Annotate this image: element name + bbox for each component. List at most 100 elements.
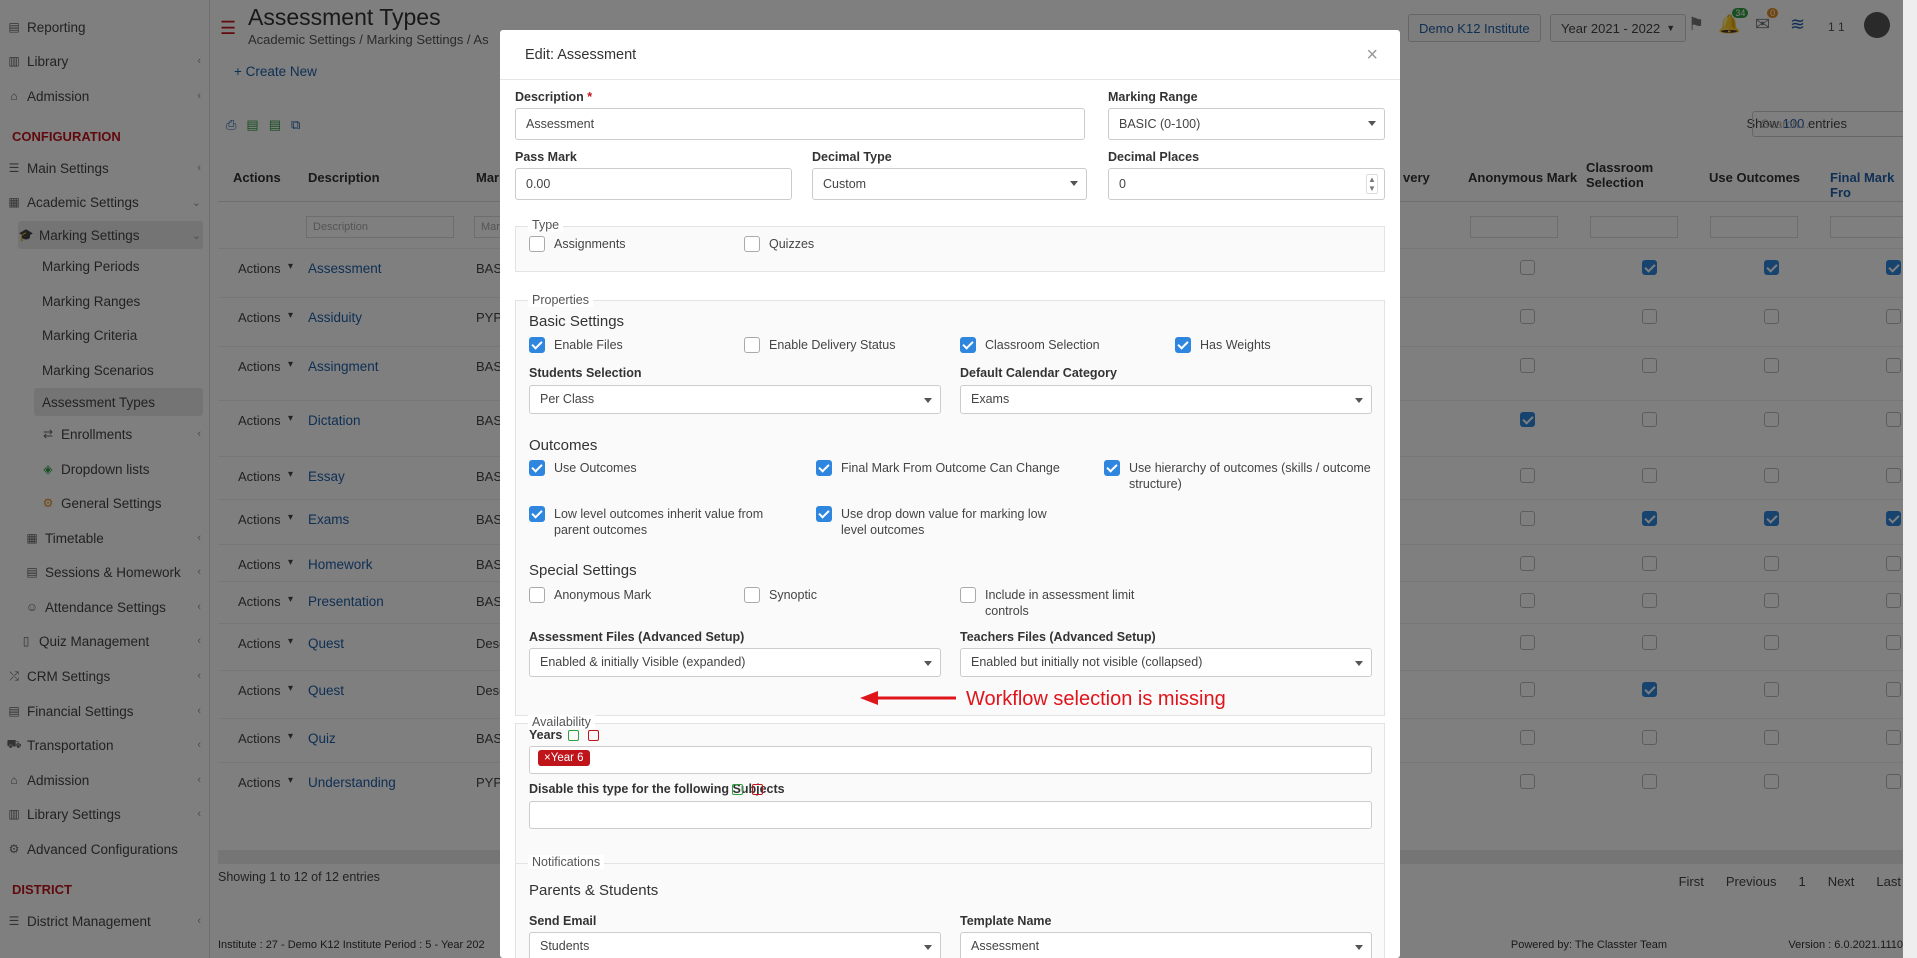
has-weights-label: Has Weights xyxy=(1200,338,1271,352)
checkbox[interactable] xyxy=(816,460,832,476)
classroom-selection-checkbox[interactable]: Classroom Selection xyxy=(960,337,1100,353)
use-hierarchy-checkbox[interactable]: Use hierarchy of outcomes (skills / outc… xyxy=(1104,460,1379,492)
modal-title: Edit: Assessment xyxy=(525,47,637,63)
teachers-files-select[interactable]: Enabled but initially not visible (colla… xyxy=(960,648,1372,677)
years-multiselect[interactable] xyxy=(529,746,1372,774)
assessment-files-select[interactable]: Enabled & initially Visible (expanded) xyxy=(529,648,941,677)
modal-header: Edit: Assessment × xyxy=(500,30,1400,80)
checkbox[interactable] xyxy=(1104,460,1120,476)
type-legend: Type xyxy=(528,218,564,232)
annotation-text: Workflow selection is missing xyxy=(966,688,1226,710)
send-email-select[interactable]: Students xyxy=(529,932,941,958)
description-label-text: Description xyxy=(515,90,584,104)
has-weights-checkbox[interactable]: Has Weights xyxy=(1175,337,1271,353)
chevron-down-icon xyxy=(1070,181,1078,186)
decimal-type-value: Custom xyxy=(823,177,867,191)
send-email-value: Students xyxy=(540,939,590,953)
teachers-files-value: Enabled but initially not visible (colla… xyxy=(971,655,1203,669)
year-tag[interactable]: ×Year 6 xyxy=(538,750,590,766)
type-fieldset xyxy=(515,226,1385,272)
chevron-down-icon xyxy=(924,398,932,403)
enable-delivery-label: Enable Delivery Status xyxy=(769,338,896,352)
teachers-files-label: Teachers Files (Advanced Setup) xyxy=(960,630,1156,644)
use-outcomes-checkbox[interactable]: Use Outcomes xyxy=(529,460,789,476)
chevron-down-icon xyxy=(1355,945,1363,950)
pass-mark-label: Pass Mark xyxy=(515,150,577,164)
students-selection-value: Per Class xyxy=(540,392,595,406)
students-selection-select[interactable]: Per Class xyxy=(529,385,941,414)
checkbox[interactable] xyxy=(960,337,976,353)
checkbox[interactable] xyxy=(816,506,832,522)
spinner-icon[interactable]: ▲ ▼ xyxy=(1366,174,1378,194)
synoptic-checkbox[interactable]: Synoptic xyxy=(744,587,817,603)
anonymous-mark-checkbox[interactable]: Anonymous Mark xyxy=(529,587,651,603)
final-mark-change-checkbox[interactable]: Final Mark From Outcome Can Change xyxy=(816,460,1086,476)
checkbox[interactable] xyxy=(529,506,545,522)
enable-files-label: Enable Files xyxy=(554,338,623,352)
checkbox[interactable] xyxy=(744,236,760,252)
quizzes-checkbox[interactable]: Quizzes xyxy=(744,236,814,252)
vertical-scrollbar[interactable] xyxy=(1903,0,1917,958)
chevron-down-icon xyxy=(1368,121,1376,126)
properties-legend: Properties xyxy=(528,293,593,307)
final-mark-change-label: Final Mark From Outcome Can Change xyxy=(841,461,1060,475)
decimal-places-value: 0 xyxy=(1119,177,1126,191)
chevron-down-icon xyxy=(924,661,932,666)
disable-subjects-label: Disable this type for the following Subj… xyxy=(529,782,785,796)
outcomes-heading: Outcomes xyxy=(529,437,598,454)
low-level-inherit-checkbox[interactable]: Low level outcomes inherit value from pa… xyxy=(529,506,769,538)
availability-legend: Availability xyxy=(528,715,595,729)
edit-assessment-modal: Edit: Assessment × Description * Assessm… xyxy=(500,30,1400,958)
decimal-places-label: Decimal Places xyxy=(1108,150,1200,164)
checkbox[interactable] xyxy=(744,337,760,353)
checkbox[interactable] xyxy=(960,587,976,603)
use-outcomes-label: Use Outcomes xyxy=(554,461,637,475)
quizzes-label: Quizzes xyxy=(769,237,815,251)
calendar-category-select[interactable]: Exams xyxy=(960,385,1372,414)
decimal-type-select[interactable]: Custom xyxy=(812,168,1087,200)
chevron-down-icon xyxy=(924,945,932,950)
description-input[interactable]: Assessment xyxy=(515,108,1085,140)
anonymous-mark-label: Anonymous Mark xyxy=(554,588,652,602)
deselect-all-icon[interactable] xyxy=(752,784,763,795)
checkbox[interactable] xyxy=(529,460,545,476)
marking-range-select[interactable]: BASIC (0-100) xyxy=(1108,108,1385,140)
template-name-label: Template Name xyxy=(960,914,1052,928)
use-dropdown-checkbox[interactable]: Use drop down value for marking low leve… xyxy=(816,506,1066,538)
calendar-category-value: Exams xyxy=(971,392,1010,406)
enable-delivery-checkbox[interactable]: Enable Delivery Status xyxy=(744,337,895,353)
notifications-legend: Notifications xyxy=(528,855,605,869)
template-name-select[interactable]: Assessment xyxy=(960,932,1372,958)
checkbox[interactable] xyxy=(529,236,545,252)
assignments-label: Assignments xyxy=(554,237,626,251)
close-icon[interactable]: × xyxy=(1366,44,1378,67)
marking-range-label: Marking Range xyxy=(1108,90,1198,104)
select-all-icon[interactable] xyxy=(568,730,579,741)
decimal-places-input[interactable]: 0 ▲ ▼ xyxy=(1108,168,1385,200)
enable-files-checkbox[interactable]: Enable Files xyxy=(529,337,623,353)
subjects-multiselect[interactable] xyxy=(529,801,1372,829)
students-selection-label: Students Selection xyxy=(529,366,642,380)
deselect-all-icon[interactable] xyxy=(588,730,599,741)
basic-settings-heading: Basic Settings xyxy=(529,313,625,330)
decimal-type-label: Decimal Type xyxy=(812,150,892,164)
use-dropdown-label: Use drop down value for marking low leve… xyxy=(841,507,1047,537)
special-settings-heading: Special Settings xyxy=(529,562,637,579)
low-level-inherit-label: Low level outcomes inherit value from pa… xyxy=(554,507,764,537)
checkbox[interactable] xyxy=(1175,337,1191,353)
assignments-checkbox[interactable]: Assignments xyxy=(529,236,626,252)
calendar-category-label: Default Calendar Category xyxy=(960,366,1117,380)
chevron-down-icon xyxy=(1355,398,1363,403)
checkbox[interactable] xyxy=(744,587,760,603)
include-limit-checkbox[interactable]: Include in assessment limit controls xyxy=(960,587,1140,619)
annotation-arrow xyxy=(860,691,956,705)
checkbox[interactable] xyxy=(529,337,545,353)
availability-fieldset xyxy=(515,723,1385,869)
include-limit-label: Include in assessment limit controls xyxy=(985,588,1135,618)
checkbox[interactable] xyxy=(529,587,545,603)
years-label: Years xyxy=(529,728,563,742)
chevron-down-icon xyxy=(1355,661,1363,666)
pass-mark-input[interactable]: 0.00 xyxy=(515,168,792,200)
select-all-icon[interactable] xyxy=(732,784,743,795)
marking-range-value: BASIC (0-100) xyxy=(1119,117,1201,131)
